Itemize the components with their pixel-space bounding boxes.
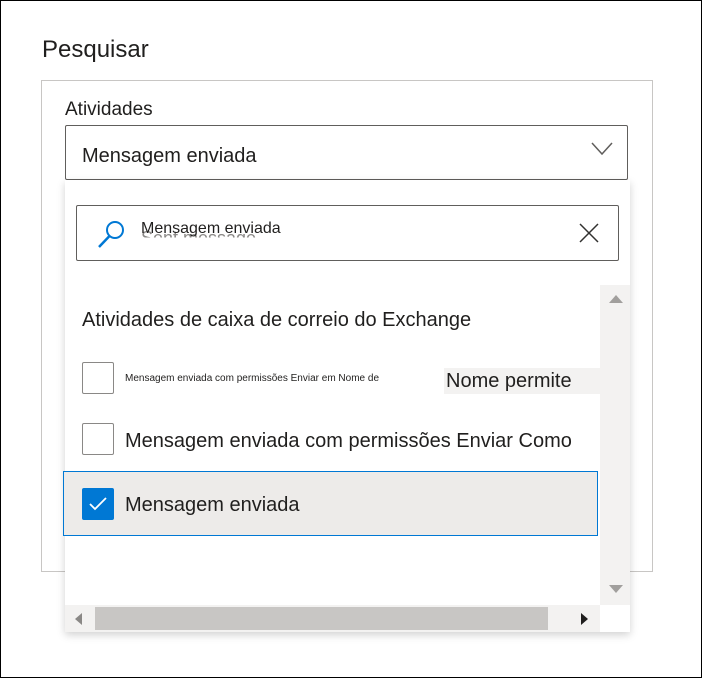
option-sent-message[interactable]: Mensagem enviada <box>63 471 598 536</box>
option-sent-on-behalf[interactable]: Mensagem enviada com permissões Enviar e… <box>65 362 600 402</box>
checkbox-sent-as[interactable] <box>82 423 114 455</box>
option-label: Mensagem enviada <box>125 494 300 516</box>
activities-select[interactable]: Mensagem enviada <box>65 125 628 180</box>
activities-dropdown: Sent message Mensagem enviada Atividades… <box>63 180 630 632</box>
option-overlay-label: Nome permite <box>444 368 600 394</box>
search-input[interactable]: Mensagem enviada <box>141 220 281 238</box>
chevron-down-icon[interactable] <box>591 142 613 156</box>
option-label: Mensagem enviada com permissões Enviar e… <box>125 373 379 384</box>
page-title: Pesquisar <box>42 36 149 63</box>
activities-search-box[interactable]: Sent message Mensagem enviada <box>76 205 619 261</box>
checkmark-icon <box>89 497 107 511</box>
scroll-right-icon[interactable] <box>581 613 588 625</box>
horizontal-scroll-thumb[interactable] <box>95 607 548 630</box>
exchange-section-title: Atividades de caixa de correio do Exchan… <box>82 309 472 331</box>
close-icon[interactable] <box>578 222 600 244</box>
vertical-scrollbar[interactable] <box>600 285 630 605</box>
option-label: Mensagem enviada com permissões Enviar C… <box>125 430 572 452</box>
checkbox-sent-on-behalf[interactable] <box>82 362 114 394</box>
checkbox-sent-message[interactable] <box>82 488 114 520</box>
horizontal-scrollbar[interactable] <box>65 605 600 632</box>
scroll-down-icon[interactable] <box>609 585 623 593</box>
option-sent-as[interactable]: Mensagem enviada com permissões Enviar C… <box>65 423 600 463</box>
scroll-up-icon[interactable] <box>609 295 623 303</box>
scroll-left-icon[interactable] <box>75 613 82 625</box>
activities-label: Atividades <box>65 99 153 120</box>
search-icon <box>98 221 124 248</box>
activities-select-value: Mensagem enviada <box>82 145 257 167</box>
